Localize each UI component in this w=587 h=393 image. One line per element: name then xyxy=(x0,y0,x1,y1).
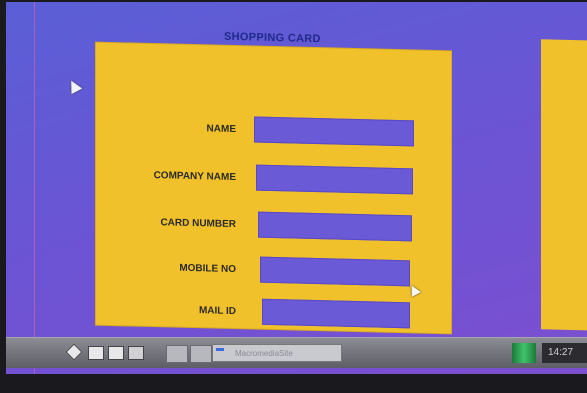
taskbar-quicklaunch-button[interactable] xyxy=(190,345,212,363)
page-title: SHOPPING CARD xyxy=(224,30,321,46)
taskbar-clock[interactable]: 14:27 xyxy=(542,343,587,363)
card-number-label: CARD NUMBER xyxy=(160,217,236,231)
company-name-input[interactable] xyxy=(256,164,413,195)
form-row-mail-id: MAIL ID xyxy=(96,295,451,334)
mobile-no-label: MOBILE NO xyxy=(179,262,236,276)
taskbar-app-icon[interactable] xyxy=(88,346,104,360)
name-input[interactable] xyxy=(254,116,414,147)
second-card-panel xyxy=(541,39,587,331)
tray-status-icon[interactable] xyxy=(512,343,536,363)
screen-border-line xyxy=(34,2,35,374)
form-row-company-name: COMPANY NAME xyxy=(96,161,451,200)
mail-id-input[interactable] xyxy=(262,298,410,329)
mouse-cursor-icon xyxy=(65,77,83,95)
card-number-input[interactable] xyxy=(258,211,412,242)
form-row-mobile-no: MOBILE NO xyxy=(96,253,451,292)
company-name-label: COMPANY NAME xyxy=(153,170,236,184)
shopping-card-panel: NAME COMPANY NAME CARD NUMBER MOBILE NO … xyxy=(96,42,451,334)
taskbar-app-icon[interactable] xyxy=(128,346,144,360)
taskbar-quicklaunch-button[interactable] xyxy=(166,345,188,363)
taskbar: MacromediaSite 14:27 xyxy=(6,337,587,368)
mobile-no-input[interactable] xyxy=(260,256,410,287)
form-row-name: NAME xyxy=(96,113,451,152)
desktop-screen: SHOPPING CARD NAME COMPANY NAME CARD NUM… xyxy=(6,2,587,374)
taskbar-app-icon[interactable] xyxy=(108,346,124,360)
name-label: NAME xyxy=(206,123,236,136)
form-row-card-number: CARD NUMBER xyxy=(96,208,451,247)
mail-id-label: MAIL ID xyxy=(198,305,236,318)
taskbar-window-label: MacromediaSite xyxy=(235,349,293,358)
taskbar-app-icon[interactable] xyxy=(65,343,83,361)
taskbar-window-button[interactable]: MacromediaSite xyxy=(212,344,342,362)
